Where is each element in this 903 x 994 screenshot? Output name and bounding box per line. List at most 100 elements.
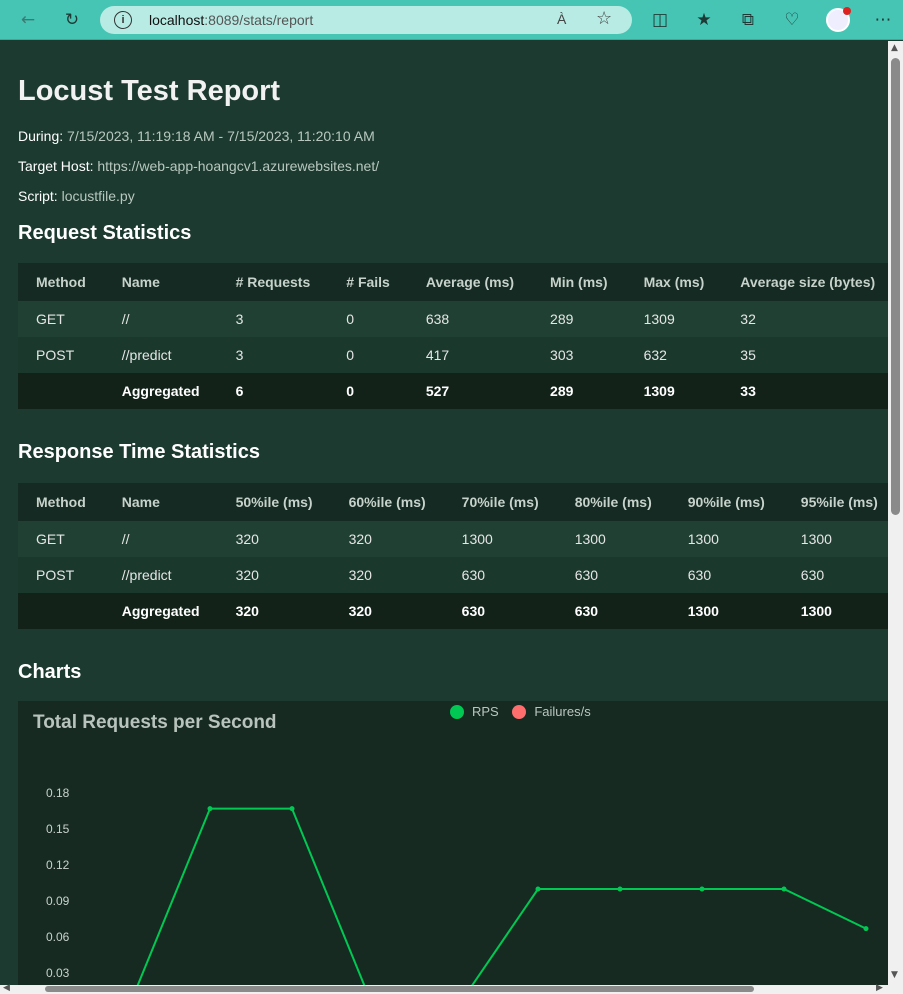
table-cell: //	[121, 531, 130, 547]
report-page: Locust Test Report During: 7/15/2023, 11…	[0, 41, 888, 985]
table-header-row: Method Name 50%ile (ms) 60%ile (ms) 70%ile (…	[18, 483, 888, 521]
table-cell: //predict	[121, 567, 172, 583]
table-cell: 1309	[643, 311, 675, 327]
scroll-right-arrow-icon[interactable]: ▶	[876, 983, 883, 993]
data-point[interactable]	[863, 926, 869, 932]
table-cell: 1300	[574, 531, 606, 547]
browser-toolbar: ← ↻ i localhost:8089/stats/report À ☆ ◫…	[0, 0, 903, 40]
horizontal-scrollbar[interactable]: ◀ ▶	[0, 983, 888, 994]
scroll-up-arrow-icon[interactable]: ▲	[891, 43, 898, 53]
column-header[interactable]: Name	[104, 263, 218, 301]
during-line: During: 7/15/2023, 11:19:18 AM - 7/15/20…	[18, 128, 375, 144]
more-menu-icon[interactable]: ⋯	[871, 8, 895, 32]
aggregated-row: Aggregated605272891309330.1	[18, 373, 888, 409]
table-cell: 320	[235, 567, 259, 583]
target-host-line: Target Host: https://web-app-hoangcv1.az…	[18, 158, 379, 174]
column-header[interactable]: # Requests	[218, 263, 329, 301]
table-cell: 417	[425, 347, 450, 363]
browser-essentials-icon[interactable]: ♡	[780, 8, 804, 32]
column-header[interactable]: 95%ile (ms)	[783, 483, 888, 521]
column-header[interactable]: 90%ile (ms)	[670, 483, 783, 521]
url-host: localhost	[149, 12, 205, 28]
data-point[interactable]	[289, 806, 295, 812]
chart-plot: 0.18 0.15 0.12 0.09 0.06 0.03	[46, 786, 869, 985]
column-header[interactable]: Average (ms)	[408, 263, 532, 301]
column-header[interactable]: Max (ms)	[626, 263, 723, 301]
refresh-icon[interactable]: ↻	[60, 8, 84, 32]
aggregated-cell	[18, 593, 104, 629]
split-screen-icon[interactable]: ◫	[648, 8, 672, 32]
horizontal-scroll-thumb[interactable]	[45, 986, 754, 992]
column-header[interactable]: 60%ile (ms)	[331, 483, 444, 521]
aggregated-cell: 630	[461, 603, 486, 619]
column-header[interactable]: # Fails	[328, 263, 408, 301]
table-cell: 632	[643, 347, 667, 363]
table-row: GET//306382891309320.1	[18, 301, 888, 337]
column-header[interactable]: 70%ile (ms)	[444, 483, 557, 521]
aggregated-cell: 320	[235, 603, 259, 619]
table-cell: 630	[687, 567, 712, 583]
table-cell: 630	[800, 567, 825, 583]
profile-avatar[interactable]	[826, 7, 851, 32]
data-point[interactable]	[535, 886, 541, 892]
table-cell: 638	[425, 311, 450, 327]
aggregated-cell: 33	[740, 383, 756, 399]
url-text[interactable]: localhost:8089/stats/report	[149, 12, 313, 28]
script-value: locustfile.py	[61, 188, 135, 204]
table-cell: 630	[461, 567, 486, 583]
data-point[interactable]	[699, 886, 705, 892]
favorites-icon[interactable]: ★	[692, 8, 716, 32]
column-header[interactable]: Average size (bytes)	[722, 263, 888, 301]
aggregated-cell: 0	[346, 383, 355, 399]
data-point[interactable]	[781, 886, 787, 892]
aggregated-cell: Aggregated	[121, 383, 200, 399]
target-host-label: Target Host:	[18, 158, 94, 174]
y-tick-label: 0.12	[46, 858, 70, 872]
table-cell: 3	[235, 347, 244, 363]
table-cell: 1300	[800, 531, 832, 547]
vertical-scrollbar[interactable]: ▲ ▼	[888, 41, 903, 985]
page-title: Locust Test Report	[18, 75, 281, 107]
address-bar[interactable]: i localhost:8089/stats/report À ☆	[100, 6, 632, 34]
column-header[interactable]: 80%ile (ms)	[557, 483, 670, 521]
y-tick-label: 0.06	[46, 930, 70, 944]
column-header[interactable]: Method	[18, 263, 104, 301]
favorite-star-icon[interactable]: ☆	[596, 8, 612, 29]
aggregated-cell: 1300	[800, 603, 832, 619]
column-header[interactable]: Name	[104, 483, 218, 521]
table-cell: POST	[36, 347, 75, 363]
table-row: GET//32032013001300130013001300	[18, 521, 888, 557]
column-header[interactable]: Method	[18, 483, 104, 521]
aggregated-cell: 1309	[643, 383, 675, 399]
scroll-left-arrow-icon[interactable]: ◀	[3, 983, 10, 993]
aggregated-row: Aggregated320320630630130013001300	[18, 593, 888, 629]
read-aloud-icon[interactable]: À	[557, 11, 566, 27]
aggregated-cell: 320	[348, 603, 372, 619]
table-cell: //predict	[121, 347, 172, 363]
site-info-icon[interactable]: i	[114, 11, 132, 29]
column-header[interactable]: Min (ms)	[532, 263, 626, 301]
vertical-scroll-thumb[interactable]	[891, 58, 900, 515]
table-cell: GET	[36, 311, 65, 327]
table-cell: 1300	[461, 531, 493, 547]
back-arrow-icon[interactable]: ←	[16, 8, 40, 32]
aggregated-cell: 289	[550, 383, 574, 399]
y-tick-label: 0.03	[46, 966, 70, 980]
series-line-0	[136, 807, 867, 985]
scroll-down-arrow-icon[interactable]: ▼	[891, 970, 898, 980]
table-cell: 320	[348, 567, 372, 583]
column-header[interactable]: 50%ile (ms)	[218, 483, 331, 521]
script-line: Script: locustfile.py	[18, 188, 135, 204]
table-cell: 3	[235, 311, 244, 327]
aggregated-cell: 527	[425, 383, 450, 399]
table-cell: POST	[36, 567, 75, 583]
aggregated-cell: 1300	[687, 603, 719, 619]
table-cell: 320	[348, 531, 372, 547]
collections-icon[interactable]: ⧉	[736, 8, 760, 32]
table-cell: 303	[550, 347, 574, 363]
table-cell: 0	[346, 347, 355, 363]
table-cell: 32	[740, 311, 756, 327]
table-cell: GET	[36, 531, 65, 547]
data-point[interactable]	[207, 806, 213, 812]
data-point[interactable]	[617, 886, 623, 892]
